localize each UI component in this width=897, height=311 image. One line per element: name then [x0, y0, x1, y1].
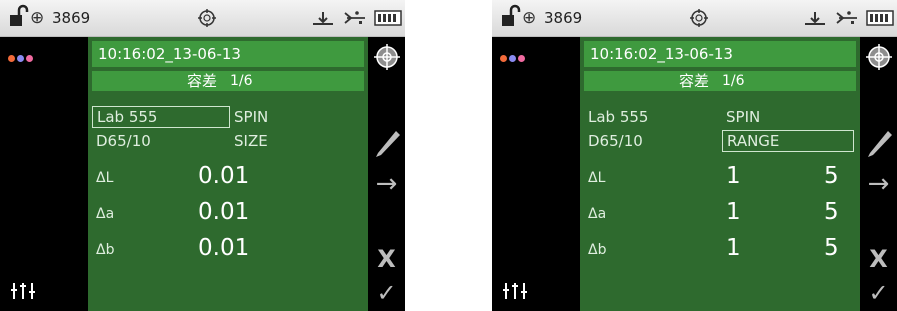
status-bar: ⊕ 3869: [0, 0, 405, 37]
mode-title: 容差: [187, 72, 218, 90]
settings-sliders-icon[interactable]: [502, 281, 528, 303]
status-bar: ⊕ 3869: [492, 0, 897, 37]
delta-l-value[interactable]: 0.01: [198, 163, 249, 189]
delta-b-label: Δb: [96, 242, 115, 258]
tolerance-panel: 10:16:02_13-06-13 容差 1/6 Lab 555 SPIN D6…: [580, 37, 860, 311]
spin-option[interactable]: SPIN: [726, 107, 760, 127]
battery-icon: [372, 0, 404, 37]
illuminant-option[interactable]: D65/10: [96, 131, 151, 151]
unlock-icon: [500, 0, 522, 37]
delta-b-min[interactable]: 1: [726, 235, 741, 261]
next-arrow-icon[interactable]: →: [368, 169, 405, 199]
right-sidebar: → X ✓: [860, 37, 897, 311]
confirm-check-icon[interactable]: ✓: [860, 279, 897, 307]
delta-l-label: ΔL: [96, 170, 114, 186]
menu-dots-icon[interactable]: [500, 47, 527, 66]
delta-b-max[interactable]: 5: [824, 235, 839, 261]
measurement-count: 3869: [52, 9, 91, 27]
device-screen-left: ⊕ 3869 10:16:02_13-06-13 容差 1/6 Lab 555 …: [0, 0, 405, 311]
page-indicator: 1/6: [230, 73, 253, 89]
download-icon: [311, 0, 335, 37]
delta-b-label: Δb: [588, 242, 607, 258]
timestamp-header: 10:16:02_13-06-13: [584, 41, 856, 67]
next-arrow-icon[interactable]: →: [860, 169, 897, 199]
settings-sliders-icon[interactable]: [10, 281, 36, 303]
tolerance-panel: 10:16:02_13-06-13 容差 1/6 Lab 555 SPIN D6…: [88, 37, 368, 311]
target-icon: [688, 0, 710, 37]
spin-option[interactable]: SPIN: [234, 107, 268, 127]
crosshair-icon: ⊕: [30, 8, 45, 28]
cancel-x-icon[interactable]: X: [860, 245, 897, 273]
target-icon: [196, 0, 218, 37]
timestamp-header: 10:16:02_13-06-13: [92, 41, 364, 67]
confirm-check-icon[interactable]: ✓: [368, 279, 405, 307]
battery-icon: [864, 0, 896, 37]
edit-pencil-icon[interactable]: [368, 123, 405, 161]
page-indicator: 1/6: [722, 73, 745, 89]
unlock-icon: [8, 0, 30, 37]
target-button-icon[interactable]: [860, 43, 897, 75]
left-sidebar: [492, 37, 580, 311]
delta-a-max[interactable]: 5: [824, 199, 839, 225]
mode-header: 容差 1/6: [92, 71, 364, 91]
device-screen-right: ⊕ 3869 10:16:02_13-06-13 容差 1/6 Lab 555 …: [492, 0, 897, 311]
left-sidebar: [0, 37, 88, 311]
cancel-x-icon[interactable]: X: [368, 245, 405, 273]
delta-a-label: Δa: [96, 206, 115, 222]
color-space-option[interactable]: Lab 555: [588, 107, 648, 127]
range-field[interactable]: RANGE: [722, 130, 854, 152]
download-icon: [803, 0, 827, 37]
mode-header: 容差 1/6: [584, 71, 856, 91]
delta-a-value[interactable]: 0.01: [198, 199, 249, 225]
size-option[interactable]: SIZE: [234, 131, 268, 151]
edit-pencil-icon[interactable]: [860, 123, 897, 161]
crosshair-icon: ⊕: [522, 8, 537, 28]
usb-icon: [341, 0, 367, 37]
right-sidebar: → X ✓: [368, 37, 405, 311]
delta-l-min[interactable]: 1: [726, 163, 741, 189]
delta-l-label: ΔL: [588, 170, 606, 186]
illuminant-option[interactable]: D65/10: [588, 131, 643, 151]
target-button-icon[interactable]: [368, 43, 405, 75]
delta-l-max[interactable]: 5: [824, 163, 839, 189]
delta-a-label: Δa: [588, 206, 607, 222]
measurement-count: 3869: [544, 9, 583, 27]
delta-b-value[interactable]: 0.01: [198, 235, 249, 261]
menu-dots-icon[interactable]: [8, 47, 35, 66]
usb-icon: [833, 0, 859, 37]
color-space-field[interactable]: Lab 555: [92, 106, 230, 128]
delta-a-min[interactable]: 1: [726, 199, 741, 225]
mode-title: 容差: [679, 72, 710, 90]
